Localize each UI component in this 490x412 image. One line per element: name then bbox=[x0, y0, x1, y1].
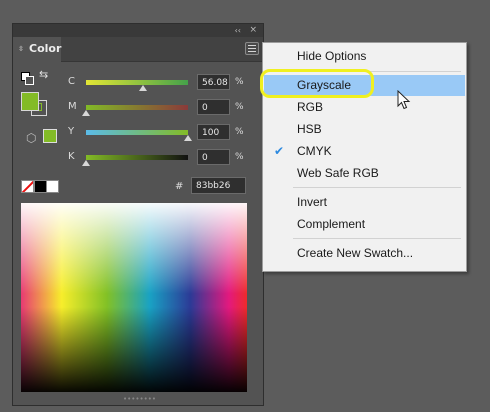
menu-item-hsb[interactable]: HSB bbox=[264, 119, 465, 140]
mouse-pointer-icon bbox=[397, 90, 411, 110]
menu-item-cmyk[interactable]: ✔ CMYK bbox=[264, 141, 465, 162]
channel-label: M bbox=[68, 101, 77, 112]
channel-slider-track[interactable] bbox=[86, 155, 188, 160]
close-icon[interactable]: × bbox=[249, 24, 257, 37]
hex-hash-label: # bbox=[175, 181, 184, 192]
slider-thumb[interactable] bbox=[82, 110, 90, 116]
white-swatch[interactable] bbox=[46, 180, 59, 193]
panel-title-bar: ‹‹ × bbox=[13, 24, 263, 37]
hex-input[interactable]: 83bb26 bbox=[191, 177, 246, 194]
menu-separator bbox=[293, 187, 461, 188]
channel-value-input[interactable]: 0 bbox=[197, 99, 230, 115]
slider-row-y: Y 100% bbox=[13, 124, 263, 144]
collapse-icon[interactable]: ‹‹ bbox=[235, 24, 241, 37]
quick-swatches bbox=[21, 180, 59, 193]
percent-label: % bbox=[235, 102, 244, 112]
menu-item-label: CMYK bbox=[297, 144, 332, 158]
percent-label: % bbox=[235, 77, 244, 87]
channel-label: C bbox=[68, 76, 75, 87]
slider-row-c: C 56.08% bbox=[13, 74, 263, 94]
menu-item-label: HSB bbox=[297, 122, 322, 136]
menu-item-rgb[interactable]: RGB bbox=[264, 97, 465, 118]
slider-thumb[interactable] bbox=[184, 135, 192, 141]
menu-item-complement[interactable]: Complement bbox=[264, 214, 465, 235]
menu-item-label: Complement bbox=[297, 217, 366, 231]
menu-item-label: Create New Swatch... bbox=[297, 246, 414, 260]
channel-value-input[interactable]: 100 bbox=[197, 124, 230, 140]
slider-row-m: M 0% bbox=[13, 99, 263, 119]
menu-separator bbox=[293, 238, 461, 239]
checkmark-icon: ✔ bbox=[274, 144, 285, 158]
tab-color[interactable]: ⇳ Color bbox=[13, 37, 61, 62]
color-panel: ‹‹ × ⇳ Color ⇆ ⬡ C 56.08% M 0% Y 100% K 0% # 83… bbox=[12, 23, 264, 406]
percent-label: % bbox=[235, 127, 244, 137]
slider-row-k: K 0% bbox=[13, 149, 263, 169]
none-swatch[interactable] bbox=[21, 180, 34, 193]
percent-label: % bbox=[235, 152, 244, 162]
resize-grip[interactable]: •••••••• bbox=[123, 396, 156, 403]
menu-item-create-new-swatch[interactable]: Create New Swatch... bbox=[264, 243, 465, 264]
channel-slider-track[interactable] bbox=[86, 105, 188, 110]
menu-item-web-safe-rgb[interactable]: Web Safe RGB bbox=[264, 163, 465, 184]
tab-color-label: Color bbox=[29, 42, 62, 55]
menu-item-label: RGB bbox=[297, 100, 324, 114]
color-spectrum[interactable] bbox=[21, 203, 247, 392]
channel-slider-track[interactable] bbox=[86, 80, 188, 85]
slider-thumb[interactable] bbox=[82, 160, 90, 166]
menu-item-label: Hide Options bbox=[297, 49, 367, 63]
expand-arrows-icon: ⇳ bbox=[18, 45, 24, 53]
annotation-highlight-ring bbox=[260, 69, 374, 98]
panel-tab-row: ⇳ Color bbox=[13, 37, 263, 62]
menu-item-hide-options[interactable]: Hide Options bbox=[264, 46, 465, 67]
menu-item-label: Invert bbox=[297, 195, 328, 209]
menu-item-label: Web Safe RGB bbox=[297, 166, 379, 180]
panel-menu-button[interactable] bbox=[245, 42, 259, 55]
channel-value-input[interactable]: 0 bbox=[197, 149, 230, 165]
channel-slider-track[interactable] bbox=[86, 130, 188, 135]
menu-item-invert[interactable]: Invert bbox=[264, 192, 465, 213]
channel-value-input[interactable]: 56.08 bbox=[197, 74, 230, 90]
channel-label: Y bbox=[68, 126, 75, 137]
channel-label: K bbox=[68, 151, 75, 162]
slider-thumb[interactable] bbox=[139, 85, 148, 91]
